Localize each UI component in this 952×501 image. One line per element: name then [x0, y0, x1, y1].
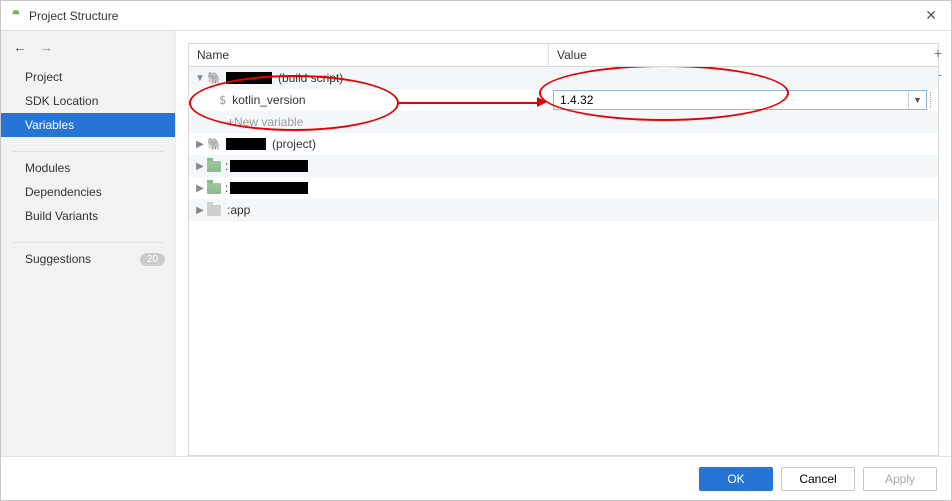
sidebar-item-sdk-location[interactable]: SDK Location — [1, 89, 175, 113]
cancel-button[interactable]: Cancel — [781, 467, 855, 491]
sidebar: ← → Project SDK Location Variables Modul… — [1, 31, 176, 456]
main-panel: Name Value + − ▼ 🐘 (build script) $ — [176, 31, 951, 456]
tree-row-app[interactable]: ▶ :app — [189, 199, 938, 221]
close-button[interactable]: ✕ — [919, 7, 943, 24]
chevron-down-icon: ▼ — [913, 95, 922, 105]
sidebar-item-project[interactable]: Project — [1, 65, 175, 89]
sidebar-item-build-variants[interactable]: Build Variants — [1, 204, 175, 228]
sidebar-item-label: SDK Location — [25, 94, 98, 108]
sidebar-item-label: Modules — [25, 161, 70, 175]
project-label: (project) — [272, 137, 316, 151]
divider — [13, 151, 163, 152]
module-icon — [207, 161, 221, 172]
apply-button[interactable]: Apply — [863, 467, 937, 491]
android-icon — [9, 9, 23, 23]
window-title: Project Structure — [29, 9, 118, 23]
tree-row-module[interactable]: ▶ : — [189, 155, 938, 177]
column-header-name: Name — [189, 44, 549, 66]
sidebar-item-dependencies[interactable]: Dependencies — [1, 180, 175, 204]
build-script-label: (build script) — [278, 71, 343, 85]
sidebar-item-label: Suggestions — [25, 252, 91, 266]
sidebar-item-label: Project — [25, 70, 62, 84]
expand-icon[interactable]: ▼ — [193, 73, 207, 84]
sidebar-item-label: Dependencies — [25, 185, 102, 199]
expand-icon[interactable]: ▶ — [193, 183, 207, 194]
add-button[interactable]: + — [929, 43, 947, 63]
module-colon: : — [225, 181, 228, 195]
expand-icon[interactable]: ▶ — [193, 139, 207, 150]
variable-icon: $ — [219, 93, 226, 107]
redacted-text — [230, 182, 308, 194]
sidebar-item-label: Variables — [25, 118, 74, 132]
footer: OK Cancel Apply — [1, 456, 951, 500]
body: ← → Project SDK Location Variables Modul… — [1, 31, 951, 456]
gradle-icon: 🐘 — [207, 137, 222, 151]
tree-row-variable[interactable]: $ kotlin_version ▼ — [189, 89, 938, 111]
expand-icon[interactable]: ▶ — [193, 205, 207, 216]
redacted-text — [226, 72, 272, 84]
ok-button[interactable]: OK — [699, 467, 773, 491]
caret-indicator — [930, 92, 934, 108]
sidebar-item-variables[interactable]: Variables — [1, 113, 175, 137]
variable-name: kotlin_version — [232, 93, 305, 107]
expand-icon[interactable]: ▶ — [193, 161, 207, 172]
value-input[interactable] — [554, 93, 908, 107]
redacted-text — [230, 160, 308, 172]
sidebar-item-modules[interactable]: Modules — [1, 156, 175, 180]
tree-row-new-variable[interactable]: +New variable — [189, 111, 938, 133]
module-icon — [207, 183, 221, 194]
dropdown-button[interactable]: ▼ — [908, 91, 926, 109]
gradle-icon: 🐘 — [207, 71, 222, 85]
redacted-text — [226, 138, 266, 150]
tree-area: ▼ 🐘 (build script) $ kotlin_version — [188, 67, 939, 456]
value-input-wrap[interactable]: ▼ — [553, 90, 927, 110]
module-colon: : — [225, 159, 228, 173]
divider — [13, 242, 163, 243]
columns-header: Name Value — [188, 43, 939, 67]
back-arrow[interactable]: ← — [13, 39, 27, 55]
nav-arrows: ← → — [1, 39, 175, 65]
sidebar-item-suggestions[interactable]: Suggestions 20 — [1, 247, 175, 271]
suggestions-badge: 20 — [140, 253, 165, 266]
sidebar-item-label: Build Variants — [25, 209, 98, 223]
tree-row-build-script[interactable]: ▼ 🐘 (build script) — [189, 67, 938, 89]
forward-arrow[interactable]: → — [39, 39, 53, 55]
app-label: :app — [227, 203, 250, 217]
titlebar: Project Structure ✕ — [1, 1, 951, 31]
module-icon — [207, 205, 221, 216]
new-variable-label: +New variable — [227, 115, 303, 129]
tree-row-module[interactable]: ▶ : — [189, 177, 938, 199]
column-header-value: Value — [549, 44, 938, 66]
tree-row-project[interactable]: ▶ 🐘 (project) — [189, 133, 938, 155]
